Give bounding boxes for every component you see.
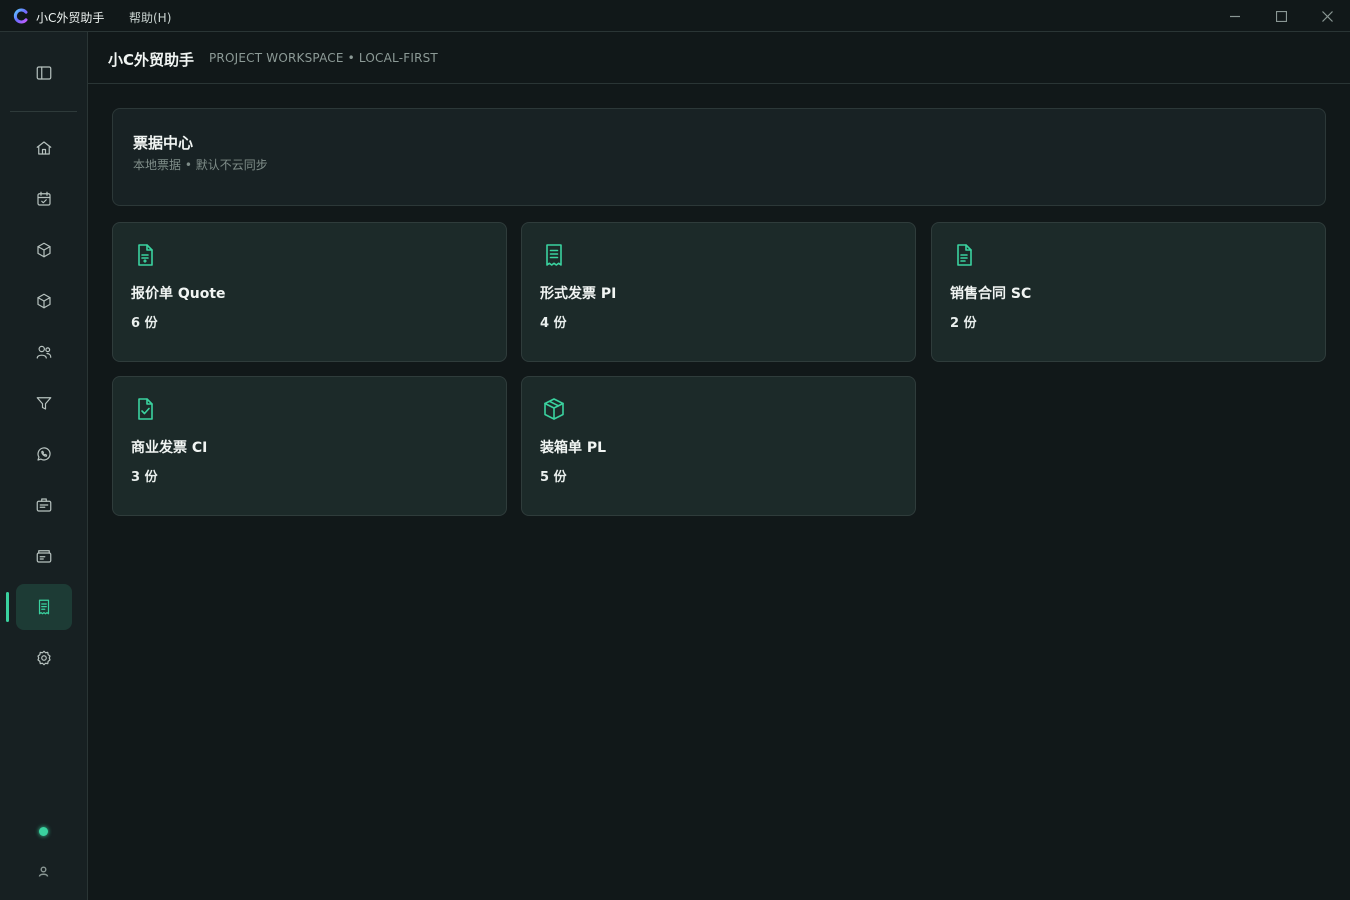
sidebar-item-settings[interactable]	[16, 635, 72, 681]
file-check-icon	[133, 397, 157, 421]
sidebar	[0, 32, 88, 900]
folder-card-icon	[36, 550, 52, 563]
page-subtitle: 本地票据 • 默认不云同步	[133, 158, 268, 172]
user-account-icon[interactable]	[37, 863, 50, 877]
card-count: 2 份	[950, 316, 977, 331]
sidebar-item-inventory[interactable]	[16, 278, 72, 324]
sidebar-divider	[10, 111, 77, 112]
calendar-check-icon	[37, 191, 51, 206]
minimize-button[interactable]	[1212, 0, 1258, 32]
sidebar-item-files[interactable]	[16, 533, 72, 579]
menu-help[interactable]: 帮助(H)	[129, 9, 171, 26]
users-icon	[36, 345, 52, 359]
sidebar-item-briefcase[interactable]	[16, 482, 72, 528]
home-icon	[36, 141, 52, 155]
card-proforma-invoice[interactable]: 形式发票 PI 4 份	[521, 222, 916, 362]
card-count: 4 份	[540, 316, 567, 331]
file-text-icon	[952, 243, 976, 267]
box-icon	[37, 242, 51, 258]
title-bar: 小C外贸助手 帮助(H)	[0, 0, 1350, 32]
card-commercial-invoice[interactable]: 商业发票 CI 3 份	[112, 376, 507, 516]
receipt-icon	[38, 599, 50, 615]
card-packing-list[interactable]: 装箱单 PL 5 份	[521, 376, 916, 516]
header-title: 小C外贸助手	[108, 51, 195, 69]
card-title: 形式发票 PI	[540, 286, 617, 302]
card-title: 装箱单 PL	[540, 440, 607, 456]
page-title: 票据中心	[133, 134, 194, 152]
close-button[interactable]	[1304, 0, 1350, 32]
card-count: 5 份	[540, 470, 567, 485]
sidebar-item-calendar[interactable]	[16, 176, 72, 222]
card-title: 报价单 Quote	[131, 286, 226, 302]
receipt-icon	[542, 243, 566, 267]
sidebar-item-home[interactable]	[16, 125, 72, 171]
settings-icon	[37, 650, 51, 666]
page-header: 小C外贸助手 PROJECT WORKSPACE • LOCAL-FIRST	[88, 32, 1350, 84]
card-title: 商业发票 CI	[131, 440, 208, 456]
briefcase-icon	[36, 498, 52, 512]
sidebar-item-customers[interactable]	[16, 329, 72, 375]
app-name: 小C外贸助手	[36, 11, 105, 25]
active-indicator	[6, 592, 9, 622]
card-count: 6 份	[131, 316, 158, 331]
card-count: 3 份	[131, 470, 158, 485]
card-quote[interactable]: 报价单 Quote 6 份	[112, 222, 507, 362]
maximize-button[interactable]	[1258, 0, 1304, 32]
card-title: 销售合同 SC	[950, 286, 1032, 302]
header-subtitle: PROJECT WORKSPACE • LOCAL-FIRST	[209, 51, 438, 65]
app-logo-icon	[13, 8, 29, 24]
file-dollar-icon	[133, 243, 157, 267]
card-sales-contract[interactable]: 销售合同 SC 2 份	[931, 222, 1326, 362]
whatsapp-icon	[37, 447, 51, 461]
filter-icon	[36, 397, 52, 410]
box-icon	[37, 293, 51, 309]
sidebar-item-products[interactable]	[16, 227, 72, 273]
sidebar-toggle-button[interactable]	[16, 50, 72, 96]
sidebar-item-documents[interactable]	[16, 584, 72, 630]
sidebar-item-whatsapp[interactable]	[16, 431, 72, 477]
package-icon	[542, 397, 566, 421]
sidebar-toggle-icon	[36, 66, 52, 80]
document-center-panel: 票据中心 本地票据 • 默认不云同步	[112, 108, 1326, 206]
sidebar-item-funnel[interactable]	[16, 380, 72, 426]
online-status-dot	[39, 827, 48, 836]
